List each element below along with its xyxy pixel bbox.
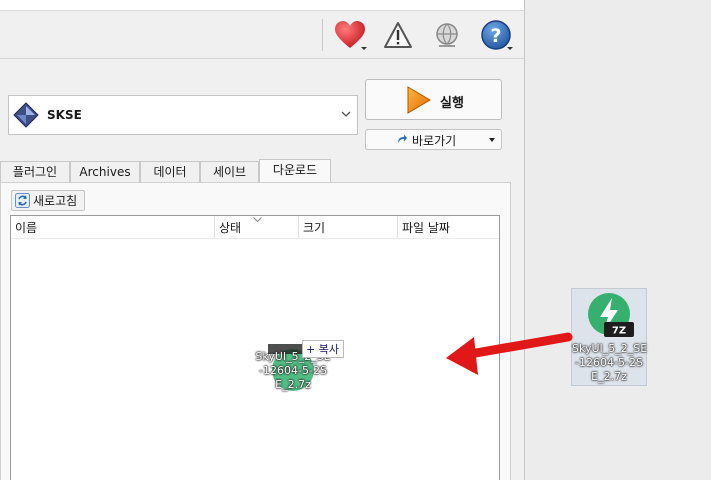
globe-icon <box>436 23 458 47</box>
shortcut-button[interactable]: 바로가기 <box>365 129 502 150</box>
endorse-button[interactable] <box>330 17 370 53</box>
shortcut-label: 바로가기 <box>412 134 457 148</box>
refresh-label: 새로고침 <box>33 194 78 208</box>
run-label: 실행 <box>440 96 464 111</box>
help-button[interactable]: ? <box>476 17 516 53</box>
title-strip <box>0 0 524 11</box>
archive-badge-text: 7Z <box>612 326 626 337</box>
file-name-line-1: SkyUI_5_2_SE <box>572 342 648 355</box>
run-button[interactable]: 실행 <box>365 79 502 120</box>
desktop-file-name: SkyUI_5_2_SE -12604-5-2S E_2.7z <box>572 342 648 384</box>
file-name-line-2: -12604-5-2S <box>575 356 643 369</box>
dropdown-indicator <box>507 47 513 50</box>
tab-saves[interactable]: 세이브 <box>200 161 259 182</box>
column-header-file-date[interactable]: 파일 날짜 <box>398 216 499 238</box>
sort-indicator-icon <box>253 217 262 222</box>
7z-archive-icon: 7Z <box>588 293 634 337</box>
mod-organizer-window: ? SKSE 실행 바로가기 플러그인 Archives 데이터 세이브 다운로… <box>0 0 525 480</box>
drag-copy-tooltip: + 복사 <box>302 340 344 358</box>
dropdown-arrow-icon <box>489 138 495 142</box>
tab-downloads[interactable]: 다운로드 <box>259 159 331 183</box>
dropdown-indicator <box>361 47 367 50</box>
executable-select[interactable]: SKSE <box>8 95 358 135</box>
refresh-button[interactable]: 새로고침 <box>11 190 85 211</box>
toolbar-separator <box>322 19 323 51</box>
shortcut-arrow-icon <box>398 134 407 143</box>
play-icon <box>407 86 431 114</box>
refresh-icon <box>15 193 30 208</box>
warning-icon <box>384 22 412 48</box>
ghost-name-line-2: -12604-5-2S <box>259 364 327 377</box>
header-divider <box>11 238 499 239</box>
update-button[interactable] <box>427 17 467 53</box>
column-header-size[interactable]: 크기 <box>299 216 398 238</box>
toolbar: ? <box>0 11 524 59</box>
svg-text:?: ? <box>490 25 501 47</box>
downloads-list[interactable]: 이름 상태 크기 파일 날짜 <box>10 215 500 480</box>
desktop-archive-file[interactable]: 7Z SkyUI_5_2_SE -12604-5-2S E_2.7z <box>571 288 647 386</box>
tab-archives[interactable]: Archives <box>70 161 140 182</box>
chevron-down-icon <box>341 111 351 117</box>
tab-plugins[interactable]: 플러그인 <box>0 161 70 182</box>
heart-icon <box>335 21 365 48</box>
problems-button[interactable] <box>378 17 418 53</box>
tab-data[interactable]: 데이터 <box>140 161 200 182</box>
skse-icon <box>13 102 39 128</box>
executable-label: SKSE <box>47 108 82 122</box>
ghost-name-line-3: E_2.7z <box>275 378 311 391</box>
file-name-line-3: E_2.7z <box>591 370 627 383</box>
column-header-name[interactable]: 이름 <box>11 216 215 238</box>
